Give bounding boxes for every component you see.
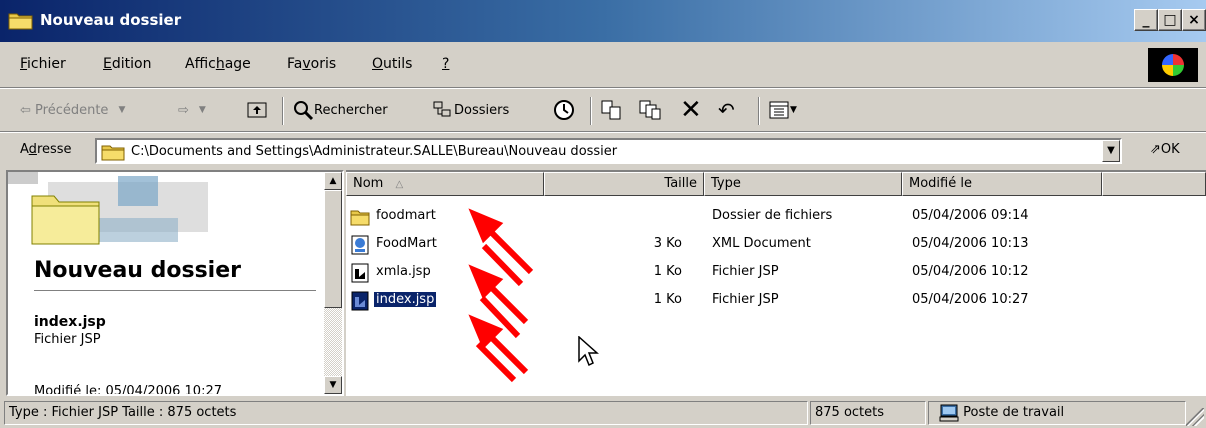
title-bar[interactable]: Nouveau dossier _ □ × (0, 0, 1206, 42)
go-arrow-icon: ⇗ (1150, 142, 1161, 157)
scroll-down-button[interactable]: ▼ (324, 376, 342, 394)
windows-logo (1148, 48, 1198, 82)
column-header-modified[interactable]: Modifié le (902, 172, 1102, 196)
menu-bar: Fichier Edition Affichage Favoris Outils… (0, 42, 1206, 88)
chevron-down-icon: ▼ (790, 105, 797, 115)
back-arrow-icon: ⇦ (20, 102, 36, 118)
maximize-button[interactable]: □ (1158, 9, 1182, 31)
status-size: 875 octets (810, 401, 926, 425)
list-item[interactable]: foodmart Dossier de fichiers 05/04/2006 … (346, 204, 1206, 230)
folder-icon (8, 13, 33, 30)
menu-outils[interactable]: Outils (372, 56, 412, 72)
search-button[interactable]: Rechercher (292, 97, 388, 123)
address-dropdown-button[interactable]: ▼ (1102, 140, 1120, 162)
list-item[interactable]: xmla.jsp 1 Ko Fichier JSP 05/04/2006 10:… (346, 260, 1206, 286)
menu-help[interactable]: ? (442, 56, 449, 72)
copy-to-button[interactable] (638, 97, 662, 123)
menu-fichier[interactable]: Fichier (20, 56, 66, 72)
selected-file-modified: Modifié le: 05/04/2006 10:27 (34, 384, 222, 396)
folder-info-pane: Nouveau dossier index.jsp Fichier JSP Mo… (6, 170, 344, 396)
undo-button[interactable]: ↶ (718, 97, 735, 123)
toolbar-separator (282, 97, 284, 125)
forward-button[interactable]: ⇨ ▼ (178, 97, 206, 123)
address-path: C:\Documents and Settings\Administrateur… (131, 144, 618, 159)
folder-icon (101, 145, 125, 161)
jsp-file-icon (351, 263, 369, 283)
undo-icon: ↶ (718, 98, 735, 122)
chevron-down-icon: ▼ (1107, 145, 1115, 156)
folder-heading: Nouveau dossier (34, 258, 241, 283)
column-header-type[interactable]: Type (704, 172, 902, 196)
window-title: Nouveau dossier (40, 11, 182, 29)
status-zone: Poste de travail (928, 401, 1186, 425)
scroll-thumb[interactable] (324, 190, 342, 308)
windows-flag-icon (1162, 54, 1184, 76)
selected-file-type: Fichier JSP (34, 332, 101, 347)
red-arrow-icon (475, 341, 517, 383)
left-pane-scrollbar[interactable]: ▲ ▼ (324, 172, 342, 394)
go-button[interactable]: ⇗OK (1150, 142, 1180, 157)
toolbar-separator (590, 97, 592, 125)
close-button[interactable]: × (1182, 9, 1206, 31)
menu-favoris[interactable]: Favoris (287, 56, 336, 72)
arrow-down-icon: ▼ (329, 380, 337, 390)
column-header-name[interactable]: Nom △ (346, 172, 544, 196)
minimize-button[interactable]: _ (1134, 9, 1158, 31)
toolbar-separator (758, 97, 760, 125)
address-label: Adresse (20, 142, 72, 157)
menu-affichage[interactable]: Affichage (185, 56, 251, 72)
up-folder-icon (247, 102, 267, 118)
mouse-cursor-icon (578, 336, 599, 367)
toolbar: ⇦ Précédente ▼ ⇨ ▼ Rechercher Dossiers ✕… (0, 88, 1206, 132)
delete-icon: ✕ (680, 95, 702, 125)
list-item[interactable]: FoodMart 3 Ko XML Document 05/04/2006 10… (346, 232, 1206, 258)
folders-button[interactable]: Dossiers (432, 97, 509, 123)
list-item-selected[interactable]: index.jsp 1 Ko Fichier JSP 05/04/2006 10… (346, 288, 1206, 314)
scroll-up-button[interactable]: ▲ (324, 172, 342, 190)
delete-button[interactable]: ✕ (680, 95, 702, 125)
history-icon (554, 100, 574, 120)
copy-to-icon (639, 100, 661, 120)
views-icon (769, 101, 789, 119)
address-bar: Adresse C:\Documents and Settings\Admini… (0, 132, 1206, 168)
column-header-size[interactable]: Taille (544, 172, 704, 196)
folder-banner-image (8, 172, 320, 252)
chevron-down-icon: ▼ (118, 105, 126, 115)
column-header-empty (1102, 172, 1206, 196)
menu-edition[interactable]: Edition (103, 56, 151, 72)
history-button[interactable] (552, 97, 576, 123)
views-button[interactable]: ▼ (768, 97, 797, 123)
folder-icon (350, 210, 370, 226)
up-folder-button[interactable] (246, 97, 268, 123)
folders-icon (433, 101, 451, 117)
computer-icon (939, 404, 959, 421)
sort-ascending-icon: △ (395, 179, 404, 190)
red-arrow-icon (468, 314, 529, 375)
forward-arrow-icon: ⇨ (178, 102, 189, 118)
search-icon (294, 101, 314, 121)
resize-grip[interactable] (1186, 408, 1204, 426)
status-bar: Type : Fichier JSP Taille : 875 octets 8… (0, 398, 1206, 428)
move-to-button[interactable] (600, 97, 624, 123)
jsp-file-icon (351, 291, 369, 311)
arrow-up-icon: ▲ (329, 176, 337, 186)
move-to-icon (601, 100, 621, 120)
address-input[interactable]: C:\Documents and Settings\Administrateur… (95, 138, 1122, 164)
xml-file-icon (351, 235, 369, 255)
divider (34, 290, 316, 291)
status-info: Type : Fichier JSP Taille : 875 octets (4, 401, 808, 425)
chevron-down-icon: ▼ (198, 105, 206, 115)
selected-file-name: index.jsp (34, 314, 106, 330)
file-list[interactable]: Nom △ Taille Type Modifié le foodmart Do… (346, 170, 1206, 396)
back-button[interactable]: ⇦ Précédente ▼ (20, 97, 125, 123)
